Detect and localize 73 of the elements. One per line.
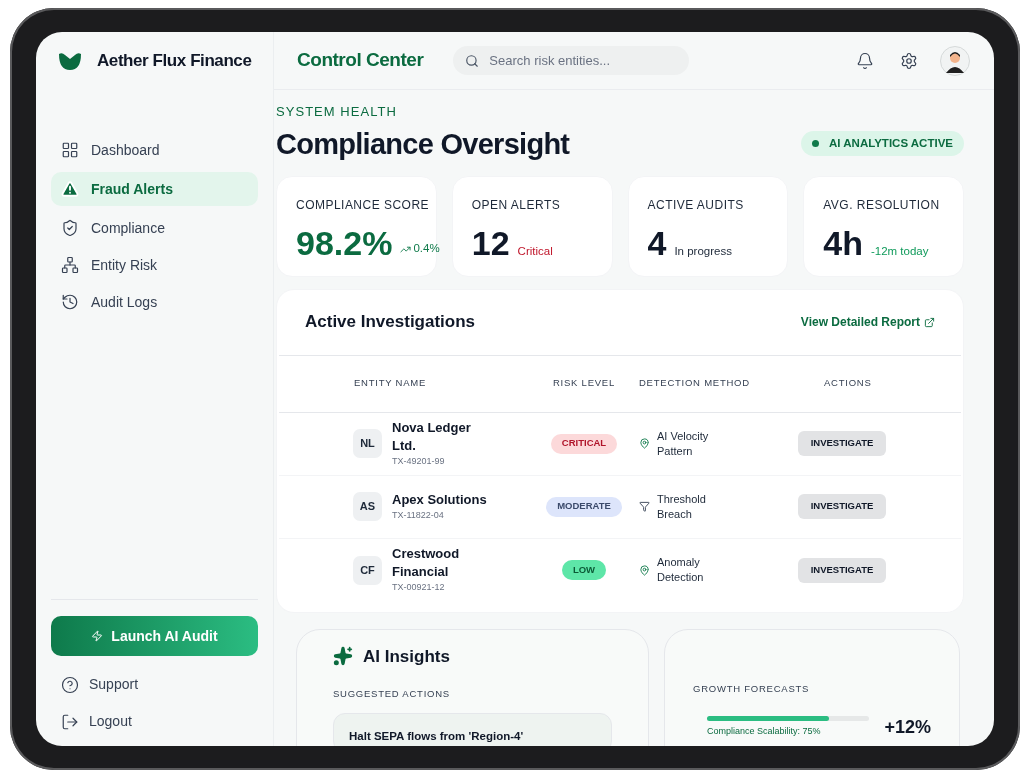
stat-value: 4h — [823, 222, 863, 264]
notifications-icon[interactable] — [856, 51, 874, 70]
section-label: GROWTH FORECASTS — [693, 681, 810, 696]
history-icon — [61, 293, 79, 311]
brand-name: Aether Flux Finance — [97, 50, 252, 73]
search-field[interactable]: Search risk entities... — [453, 46, 690, 75]
sidebar-link[interactable]: Support — [51, 672, 258, 697]
grid-icon — [61, 141, 79, 159]
nav-item[interactable]: Audit Logs — [51, 287, 258, 317]
entity-id: TX-00921-12 — [392, 581, 446, 595]
sparkle-icon — [333, 646, 353, 667]
investigate-button[interactable]: INVESTIGATE — [798, 494, 886, 519]
card-title: AI Insights — [363, 645, 450, 668]
entity-id: TX-49201-99 — [392, 454, 446, 468]
stat-value: 12 — [471, 222, 510, 264]
detection-method: AI Velocity Pattern — [657, 428, 710, 459]
section-eyebrow: SYSTEM HEALTH — [276, 103, 398, 121]
external-link-icon — [924, 316, 935, 328]
column-header: ACTIONS — [824, 376, 872, 391]
stat-label: OPEN ALERTS — [471, 196, 561, 214]
stat-value: 4 — [647, 222, 667, 264]
detection-method: Threshold Breach — [657, 491, 707, 522]
warning-icon — [61, 180, 79, 198]
settings-icon[interactable] — [900, 51, 918, 70]
network-icon — [61, 256, 79, 274]
entity-initials: AS — [353, 492, 382, 521]
forecast-value: +12% — [884, 715, 931, 739]
stat-note: Critical — [517, 243, 553, 259]
avatar-icon[interactable] — [940, 45, 970, 76]
filter-icon — [639, 501, 650, 512]
card-title: Active Investigations — [305, 311, 476, 334]
column-header: DETECTION METHOD — [639, 376, 750, 391]
shield-icon — [61, 219, 79, 237]
risk-badge: CRITICAL — [550, 433, 618, 454]
stat-value: 98.2% — [296, 222, 393, 264]
investigate-button[interactable]: INVESTIGATE — [798, 431, 886, 456]
entity-name: Apex Solutions — [392, 490, 488, 509]
forecast-label: Compliance Scalability: 75% — [707, 725, 822, 738]
leaf-logo-icon — [59, 52, 81, 70]
column-header: ENTITY NAME — [354, 376, 427, 391]
nav-item[interactable]: Compliance — [51, 213, 258, 243]
column-header: RISK LEVEL — [553, 376, 615, 391]
nav-item[interactable]: Dashboard — [51, 135, 258, 165]
sidebar-link[interactable]: Logout — [51, 709, 258, 734]
entity-initials: CF — [353, 555, 382, 585]
risk-badge: MODERATE — [546, 496, 622, 517]
section-label: SUGGESTED ACTIONS — [333, 687, 450, 701]
entity-name: Nova Ledger Ltd. — [392, 418, 472, 455]
nav-item[interactable]: Fraud Alerts — [51, 172, 258, 206]
page-title: Control Center — [297, 48, 424, 73]
investigate-button[interactable]: INVESTIGATE — [798, 557, 886, 583]
stat-note: In progress — [674, 243, 732, 259]
stat-label: ACTIVE AUDITS — [647, 196, 744, 214]
lightning-icon — [91, 630, 104, 642]
help-icon — [61, 675, 79, 694]
entity-name: Crestwood Financial — [392, 545, 461, 582]
entity-initials: NL — [353, 429, 382, 458]
page-heading: Compliance Oversight — [276, 126, 570, 162]
report-link[interactable]: View Detailed Report — [800, 313, 935, 331]
logout-icon — [61, 712, 79, 731]
nav-item[interactable]: Entity Risk — [51, 250, 258, 280]
detection-method: Anomaly Detection — [657, 555, 705, 585]
status-badge: AI ANALYTICS ACTIVE — [801, 131, 964, 156]
entity-id: TX-11822-04 — [392, 508, 445, 522]
stat-note: 0.4% — [400, 240, 440, 258]
search-icon — [465, 53, 480, 68]
pin-icon — [639, 438, 650, 449]
stat-note: -12m today — [870, 243, 929, 259]
pin-icon — [639, 564, 650, 576]
risk-badge: LOW — [561, 560, 607, 580]
stat-label: COMPLIANCE SCORE — [296, 196, 430, 214]
stat-label: AVG. RESOLUTION — [823, 196, 940, 214]
suggested-action[interactable]: Halt SEPA flows from 'Region-4' — [333, 713, 612, 746]
